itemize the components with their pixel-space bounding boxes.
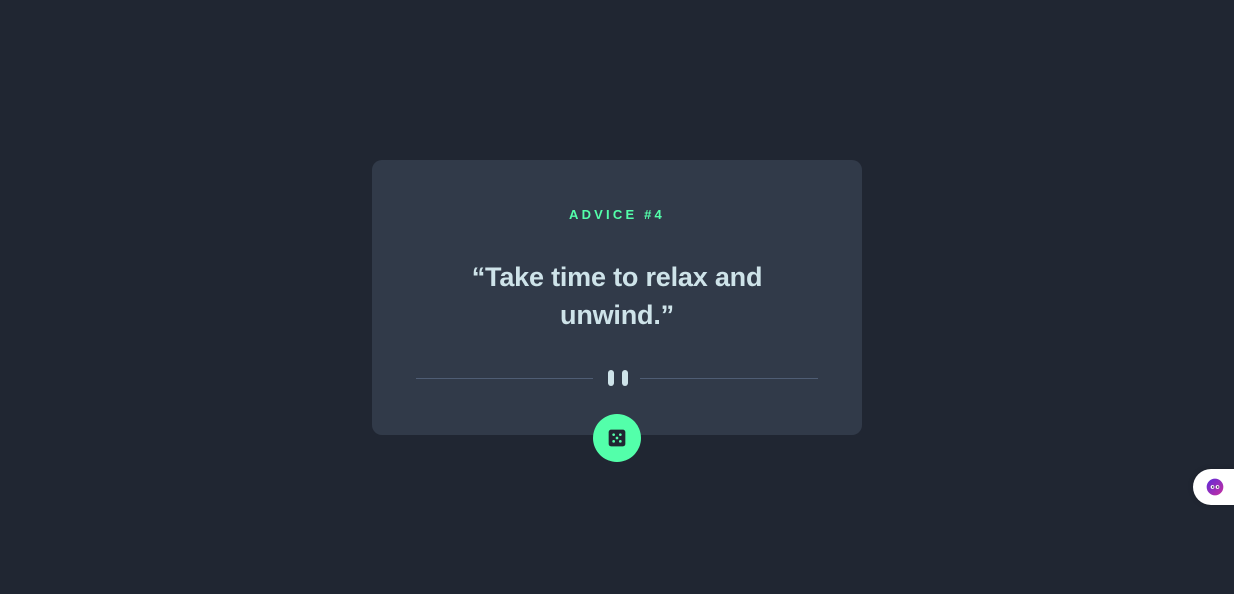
pause-icon [608, 370, 628, 386]
divider-line-left [416, 378, 593, 379]
advice-card: ADVICE #4 “Take time to relax and unwind… [372, 160, 862, 435]
divider-line-right [640, 378, 818, 379]
assistant-face-icon [1206, 478, 1224, 496]
assistant-widget[interactable] [1193, 469, 1234, 505]
dice-icon [608, 429, 626, 447]
dice-button[interactable] [593, 414, 641, 462]
advice-label: ADVICE #4 [569, 207, 665, 222]
advice-quote: “Take time to relax and unwind.” [471, 262, 763, 330]
divider [416, 370, 818, 386]
